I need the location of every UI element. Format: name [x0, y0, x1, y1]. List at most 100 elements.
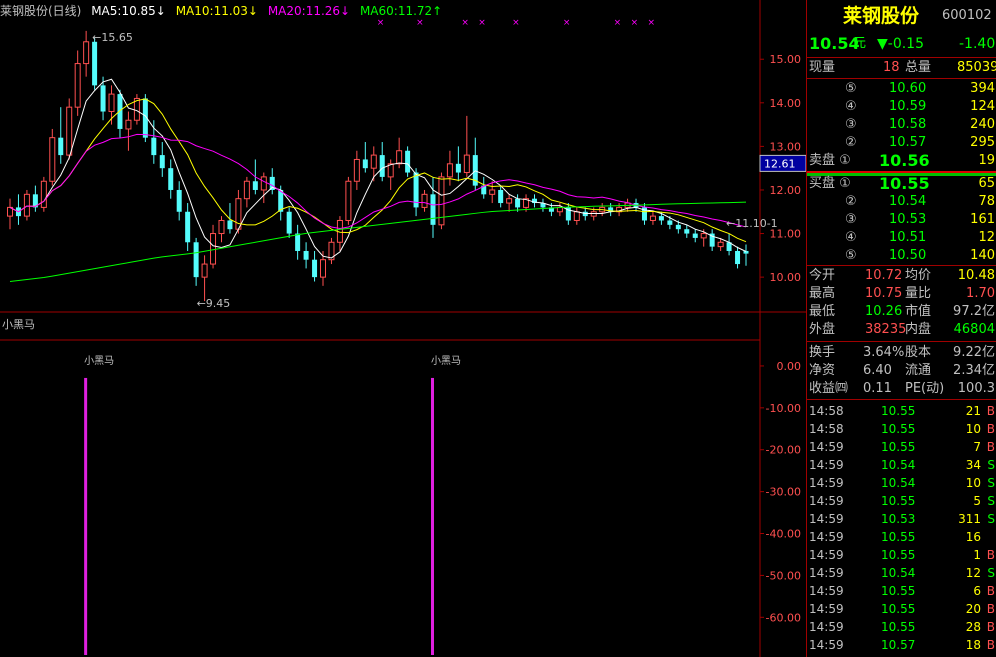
candle	[446, 163, 453, 178]
trade-row: 14:59 10.54 12 S	[807, 564, 996, 582]
ask-price: 10.57	[889, 135, 927, 150]
fin-row: 净资 6.40 流通 2.34亿	[807, 362, 996, 380]
bid-row: ② 10.54 78	[807, 193, 996, 211]
candle	[185, 211, 191, 243]
fin-value: 6.40	[863, 363, 892, 378]
trade-volume: 6	[973, 584, 981, 598]
signal-marker: ×	[377, 18, 385, 28]
trade-direction: S	[987, 566, 995, 580]
ask-level-label: 卖盘 ①	[809, 153, 851, 168]
trade-time: 14:58	[809, 404, 844, 418]
candle	[489, 189, 496, 195]
candle	[108, 93, 115, 113]
candle	[370, 154, 377, 169]
bid-level-label: ②	[845, 194, 857, 209]
ask-row: 卖盘 ① 10.56 19	[807, 152, 996, 170]
trade-price: 10.55	[881, 422, 916, 436]
bid-volume: 161	[970, 212, 995, 227]
total-volume: 85039	[957, 60, 996, 75]
y-tick-label: 10.00	[770, 271, 802, 284]
trade-time: 14:59	[809, 512, 844, 526]
ask-volume: 240	[970, 117, 995, 132]
candle	[463, 154, 470, 174]
trade-row: 14:59 10.55 7 B	[807, 438, 996, 456]
trade-volume: 28	[965, 620, 981, 634]
bid-level-label: 买盘 ①	[809, 176, 851, 191]
ask-volume: 19	[978, 153, 995, 168]
signal-marker: ×	[614, 18, 622, 28]
trade-row: 14:59 10.55 1 B	[807, 546, 996, 564]
trade-direction: S	[987, 512, 995, 526]
kline-svg: 15.0014.0013.0012.0011.0010.00←15.65←9.4…	[0, 0, 806, 657]
stock-name: 莱钢股份	[843, 5, 920, 27]
kline-chart-area[interactable]: 莱钢股份(日线) MA5:10.85↓ MA10:11.03↓ MA20:11.…	[0, 0, 806, 657]
bid-volume: 12	[978, 230, 995, 245]
stat-label: 均价	[905, 268, 932, 283]
trade-price: 10.57	[881, 638, 916, 652]
signal-marker: ×	[647, 18, 655, 28]
trade-volume: 21	[965, 404, 981, 418]
trade-time: 14:59	[809, 494, 844, 508]
signal-bar-label: 小黑马	[431, 355, 461, 367]
stat-label: 内盘	[905, 322, 932, 337]
sub-y-tick-label: -60.00	[766, 611, 801, 624]
candle	[421, 193, 428, 208]
bid-row: ⑤ 10.50 140	[807, 247, 996, 265]
candle	[100, 85, 106, 112]
trade-time: 14:59	[809, 566, 844, 580]
trade-volume: 20	[965, 602, 981, 616]
fin-label: 收益㈣	[809, 381, 849, 396]
trade-volume: 10	[965, 476, 981, 490]
ask-row: ④ 10.59 124	[807, 98, 996, 116]
candle	[379, 155, 385, 177]
candle	[23, 193, 30, 217]
fin-row: 换手 3.64% 股本 9.22亿	[807, 344, 996, 362]
candle	[117, 94, 123, 129]
trade-direction: S	[987, 494, 995, 508]
trade-volume: 10	[965, 422, 981, 436]
candle	[320, 259, 327, 278]
trade-row: 14:58 10.55 10 B	[807, 420, 996, 438]
bid-level-label: ⑤	[845, 248, 857, 263]
trade-volume: 7	[973, 440, 981, 454]
stat-label: 外盘	[809, 322, 836, 337]
stat-value: 10.75	[865, 286, 903, 301]
trade-price: 10.55	[881, 530, 916, 544]
bid-level-label: ④	[845, 230, 857, 245]
candle	[649, 215, 656, 221]
trade-volume: 16	[965, 530, 981, 544]
candle	[125, 119, 132, 130]
bid-volume: 140	[970, 248, 995, 263]
fin-value: 2.34亿	[953, 363, 995, 378]
trade-row: 14:59 10.54 10 S	[807, 474, 996, 492]
fin-label: 净资	[809, 363, 836, 378]
stat-label: 量比	[905, 286, 932, 301]
price-row: 10.54 元 ▼-0.15 -1.40	[807, 34, 996, 54]
stat-value: 38235	[865, 322, 907, 337]
candle	[210, 233, 217, 265]
trade-price: 10.55	[881, 620, 916, 634]
stat-label: 最低	[809, 304, 836, 319]
candle	[168, 168, 174, 190]
trade-price: 10.54	[881, 566, 916, 580]
candle	[735, 250, 741, 265]
trade-time: 14:58	[809, 422, 844, 436]
trade-time: 14:59	[809, 638, 844, 652]
fin-label: 换手	[809, 345, 836, 360]
trade-direction: B	[986, 422, 995, 436]
candle	[303, 250, 309, 260]
candle	[49, 137, 56, 182]
candle	[74, 63, 81, 108]
trade-direction: S	[987, 458, 995, 472]
ask-level-label: ④	[845, 99, 857, 114]
trade-direction: B	[986, 620, 995, 634]
candle	[92, 41, 98, 86]
trade-volume: 5	[973, 494, 981, 508]
bid-price: 10.51	[889, 230, 927, 245]
fin-label: 流通	[905, 363, 932, 378]
signal-marker: ×	[563, 18, 571, 28]
ask-price: 10.60	[889, 81, 927, 96]
candle	[430, 194, 436, 225]
trade-volume: 12	[965, 566, 981, 580]
stock-code: 600102	[942, 8, 992, 23]
